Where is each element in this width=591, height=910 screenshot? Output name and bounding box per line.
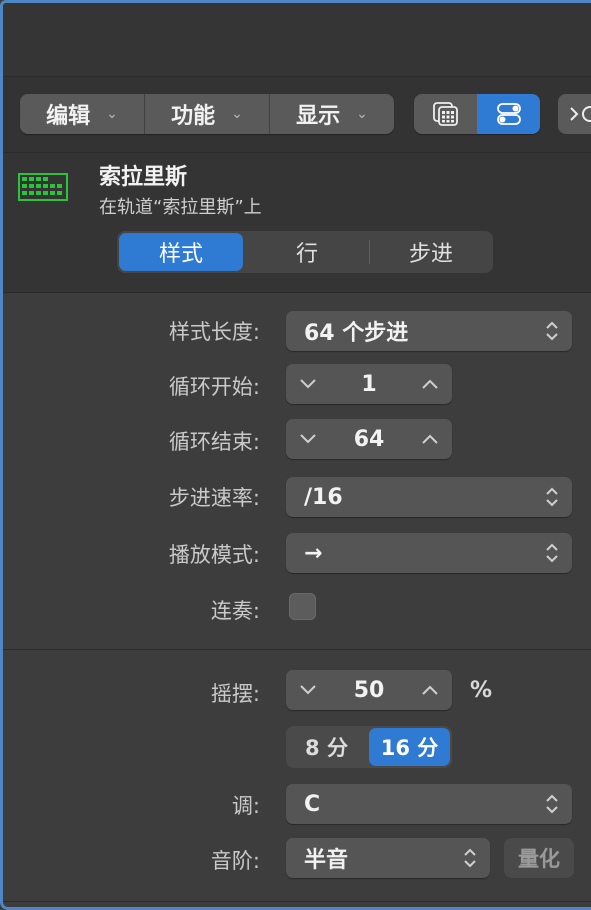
chevron-down-icon[interactable]: [298, 680, 318, 700]
pattern-length-value: 64 个步进: [304, 321, 409, 346]
chevron-down-icon[interactable]: [298, 374, 318, 394]
section-divider: [3, 649, 591, 650]
step-rate-popup[interactable]: /16: [286, 477, 572, 517]
eighth-note-option[interactable]: 8 分: [286, 726, 367, 768]
up-down-chevron-icon: [464, 848, 476, 868]
more-button[interactable]: [558, 94, 591, 134]
track-subtitle: 在轨道“索拉里斯”上: [99, 197, 262, 218]
menu-group: 编辑 ⌄ 功能 ⌄ 显示 ⌄: [20, 94, 394, 134]
chevron-down-icon: ⌄: [231, 106, 243, 122]
functions-menu[interactable]: 功能 ⌄: [145, 94, 270, 134]
chevron-down-icon[interactable]: [298, 429, 318, 449]
loop-end-stepper: 64: [286, 419, 452, 459]
pattern-length-label: 样式长度:: [168, 320, 260, 344]
edit-menu[interactable]: 编辑 ⌄: [20, 94, 145, 134]
playback-mode-value: →: [304, 540, 323, 566]
swing-unit: %: [470, 678, 493, 703]
chevron-up-icon[interactable]: [420, 680, 440, 700]
chevron-down-icon: ⌄: [106, 106, 118, 122]
key-popup[interactable]: C: [286, 784, 572, 824]
chevron-up-icon[interactable]: [420, 429, 440, 449]
title-bar: [3, 3, 591, 77]
loop-start-label: 循环开始:: [168, 375, 260, 399]
loop-end-label: 循环结束:: [168, 430, 260, 454]
inspector-toggle-button[interactable]: [477, 94, 540, 134]
swing-label: 摇摆:: [210, 682, 260, 706]
loop-start-stepper: 1: [286, 364, 452, 404]
key-label: 调:: [231, 794, 260, 818]
view-toggle: [414, 94, 540, 134]
swing-resolution-selector: 8 分 16 分: [286, 726, 452, 768]
inspector-tabs: 样式 行 步进: [117, 231, 493, 273]
chevron-up-icon[interactable]: [420, 374, 440, 394]
tab-pattern[interactable]: 样式: [119, 233, 243, 271]
step-rate-label: 步进速率:: [168, 486, 260, 510]
key-value: C: [304, 791, 321, 817]
scale-value: 半音: [304, 848, 349, 873]
inspector-window: 编辑 ⌄ 功能 ⌄ 显示 ⌄ 索拉里斯 在轨道“索拉里斯”上 样式 行 步进 样…: [0, 0, 591, 910]
step-sequencer-icon: [18, 173, 68, 201]
step-rate-value: /16: [304, 484, 343, 510]
up-down-chevron-icon: [546, 794, 558, 814]
up-down-chevron-icon: [546, 487, 558, 507]
grid-icon: [432, 102, 458, 126]
legato-label: 连奏:: [210, 599, 260, 623]
chevron-gear-icon: [570, 106, 591, 122]
pattern-length-popup[interactable]: 64 个步进: [286, 311, 572, 351]
up-down-chevron-icon: [546, 543, 558, 563]
chevron-down-icon: ⌄: [356, 106, 368, 122]
playback-mode-popup[interactable]: →: [286, 533, 572, 573]
toggles-icon: [496, 103, 521, 125]
sixteenth-note-option[interactable]: 16 分: [369, 728, 450, 766]
track-name: 索拉里斯: [99, 165, 188, 190]
tab-step[interactable]: 步进: [369, 231, 493, 273]
loop-start-value[interactable]: 1: [361, 372, 376, 397]
view-menu[interactable]: 显示 ⌄: [270, 94, 394, 134]
swing-value[interactable]: 50: [354, 678, 385, 703]
tab-row[interactable]: 行: [245, 231, 369, 273]
swing-stepper: 50: [286, 670, 452, 710]
scale-label: 音阶:: [210, 849, 260, 873]
functions-menu-label: 功能: [171, 104, 216, 129]
view-menu-label: 显示: [296, 104, 341, 129]
bottom-divider: [3, 901, 591, 902]
up-down-chevron-icon: [546, 321, 558, 341]
legato-checkbox[interactable]: [289, 593, 316, 620]
scale-popup[interactable]: 半音: [286, 838, 490, 878]
grid-view-button[interactable]: [414, 94, 477, 134]
loop-end-value[interactable]: 64: [354, 427, 385, 452]
edit-menu-label: 编辑: [46, 104, 91, 129]
playback-mode-label: 播放模式:: [168, 543, 260, 567]
quantize-button[interactable]: 量化: [504, 838, 574, 878]
toolbar: 编辑 ⌄ 功能 ⌄ 显示 ⌄: [3, 77, 591, 153]
